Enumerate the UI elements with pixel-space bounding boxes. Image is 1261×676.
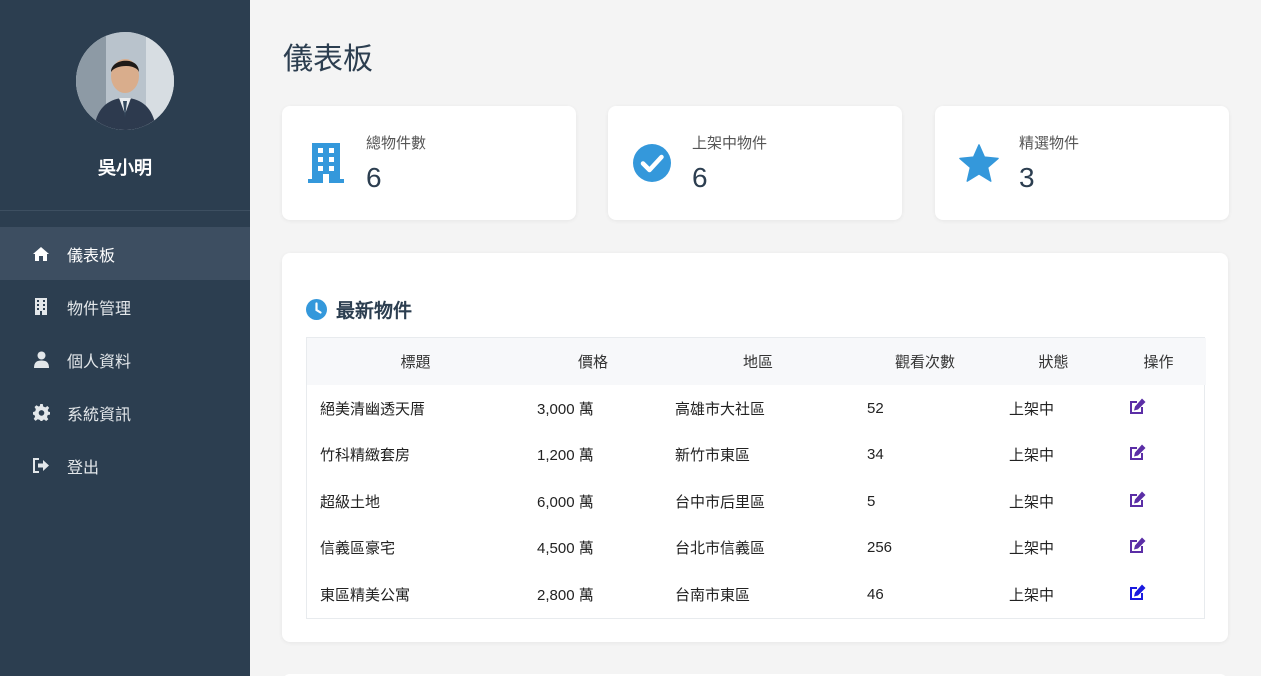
page-title: 儀表板 [283, 43, 373, 76]
cell-title: 超級土地 [320, 493, 381, 511]
clock-icon [306, 299, 327, 320]
table-row: 信義區豪宅 4,500 萬 台北市信義區 256 上架中 [307, 525, 1206, 572]
cell-region: 台南市東區 [675, 586, 751, 604]
sidebar-item-dashboard[interactable]: 儀表板 [0, 227, 250, 280]
stat-card-published: 上架中物件 6 [608, 106, 902, 220]
edit-icon[interactable] [1128, 491, 1146, 508]
sidebar-item-profile[interactable]: 個人資料 [0, 333, 250, 386]
column-header-actions: 操作 [1143, 354, 1174, 371]
sidebar-item-listings[interactable]: 物件管理 [0, 280, 250, 333]
sidebar-item-label: 物件管理 [67, 300, 132, 318]
stat-card-total: 總物件數 6 [282, 106, 576, 220]
stat-value: 6 [366, 162, 382, 193]
latest-listings-panel: 最新物件 標題 價格 地區 觀看次數 狀態 操作 絕美清幽透天厝 3,000 萬… [282, 253, 1228, 642]
cell-views: 256 [867, 539, 893, 557]
building-icon [306, 142, 346, 184]
cell-actions [1111, 432, 1206, 479]
stat-value: 6 [692, 162, 708, 193]
sidebar-item-logout[interactable]: 登出 [0, 439, 250, 492]
cell-status: 上架中 [1009, 493, 1055, 511]
sign-out-icon [32, 457, 50, 475]
cell-status: 上架中 [1009, 447, 1055, 465]
cell-price: 4,500 萬 [537, 540, 594, 558]
table-row: 竹科精緻套房 1,200 萬 新竹市東區 34 上架中 [307, 432, 1206, 479]
sidebar-divider [0, 210, 250, 211]
cell-views: 5 [867, 492, 876, 510]
stat-card-featured: 精選物件 3 [935, 106, 1229, 220]
listings-table: 標題 價格 地區 觀看次數 狀態 操作 絕美清幽透天厝 3,000 萬 高雄市大… [306, 337, 1206, 619]
cell-status: 上架中 [1009, 586, 1055, 604]
column-header-price[interactable]: 價格 [524, 338, 662, 385]
user-name: 吳小明 [98, 158, 152, 178]
stat-label: 總物件數 [366, 135, 427, 152]
cell-region: 新竹市東區 [675, 447, 751, 465]
user-icon [32, 351, 50, 369]
cell-price: 3,000 萬 [537, 400, 594, 418]
table-header-row: 標題 價格 地區 觀看次數 狀態 操作 [307, 338, 1206, 385]
stat-value: 3 [1019, 162, 1035, 193]
cell-title: 東區精美公寓 [320, 586, 411, 604]
home-icon [32, 245, 50, 263]
column-header-views[interactable]: 觀看次數 [854, 338, 996, 385]
avatar [76, 32, 174, 130]
table-row: 超級土地 6,000 萬 台中市后里區 5 上架中 [307, 478, 1206, 525]
cell-region: 台中市后里區 [675, 493, 766, 511]
sidebar-nav: 儀表板 物件管理 個人資料 系統資訊 登出 [0, 227, 250, 492]
sidebar-item-label: 登出 [67, 459, 100, 477]
gear-icon [32, 404, 50, 422]
table-row: 東區精美公寓 2,800 萬 台南市東區 46 上架中 [307, 571, 1206, 618]
cell-views: 46 [867, 585, 884, 603]
sidebar-item-label: 個人資料 [67, 353, 132, 371]
cell-price: 2,800 萬 [537, 586, 594, 604]
cell-status: 上架中 [1009, 540, 1055, 558]
sidebar-item-label: 系統資訊 [67, 406, 132, 424]
building-icon [32, 298, 50, 316]
edit-icon[interactable] [1128, 537, 1146, 554]
column-header-status[interactable]: 狀態 [996, 338, 1111, 385]
cell-price: 6,000 萬 [537, 493, 594, 511]
sidebar-item-system-info[interactable]: 系統資訊 [0, 386, 250, 439]
cell-title: 信義區豪宅 [320, 540, 396, 558]
cell-actions [1111, 385, 1206, 432]
column-header-title[interactable]: 標題 [307, 338, 524, 385]
cell-actions [1111, 571, 1206, 618]
stat-label: 精選物件 [1019, 135, 1080, 152]
cell-actions [1111, 525, 1206, 572]
sidebar-item-label: 儀表板 [67, 247, 116, 265]
cell-title: 竹科精緻套房 [320, 447, 411, 465]
check-circle-icon [632, 142, 672, 184]
cell-price: 1,200 萬 [537, 447, 594, 465]
cell-region: 台北市信義區 [675, 540, 766, 558]
edit-icon[interactable] [1128, 398, 1146, 415]
edit-icon[interactable] [1128, 584, 1146, 601]
cell-region: 高雄市大社區 [675, 400, 766, 418]
cell-views: 34 [867, 446, 884, 464]
stat-label: 上架中物件 [692, 135, 768, 152]
panel-title: 最新物件 [306, 296, 412, 323]
edit-icon[interactable] [1128, 444, 1146, 461]
cell-status: 上架中 [1009, 400, 1055, 418]
star-icon [959, 142, 999, 184]
table-row: 絕美清幽透天厝 3,000 萬 高雄市大社區 52 上架中 [307, 385, 1206, 432]
cell-title: 絕美清幽透天厝 [320, 400, 426, 418]
cell-actions [1111, 478, 1206, 525]
column-header-region[interactable]: 地區 [662, 338, 854, 385]
cell-views: 52 [867, 399, 884, 417]
panel-title-text: 最新物件 [336, 301, 413, 322]
sidebar: 吳小明 儀表板 物件管理 個人資料 系統資訊 登出 [0, 0, 250, 676]
